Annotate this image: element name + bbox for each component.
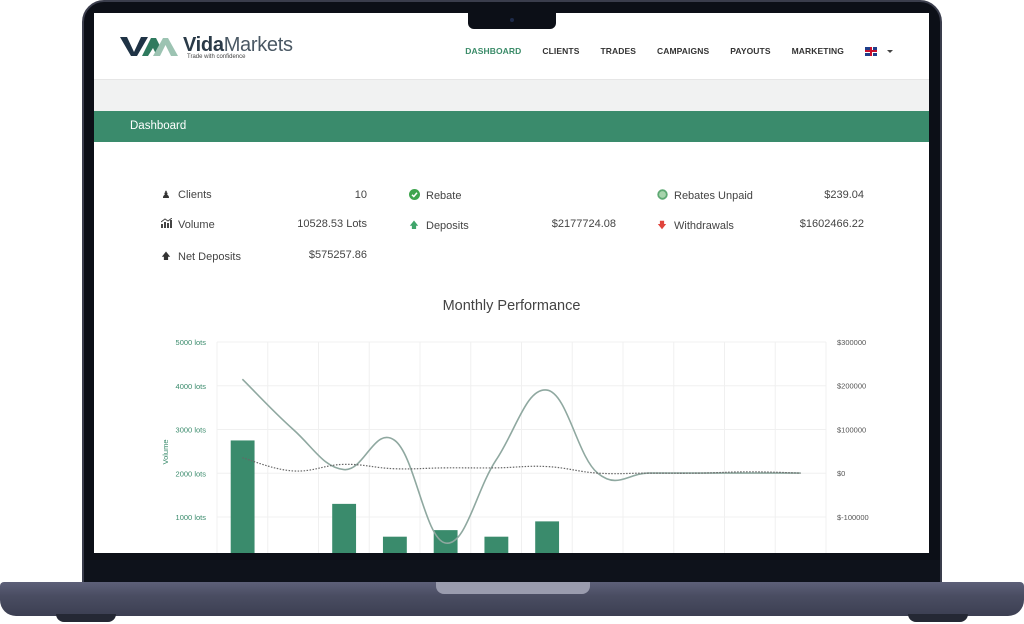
- y-right-tick-label: $0: [837, 469, 845, 478]
- y-left-tick-label: 5000 lots: [176, 338, 207, 347]
- bar-volume: [382, 536, 407, 553]
- camera-icon: [510, 18, 514, 22]
- monthly-performance-chart: 5000 lots 4000 lots 3000 lots 2000 lots 1000…: [161, 338, 869, 553]
- y-left-tick-label: 3000 lots: [176, 426, 207, 435]
- y-left-tick-label: 4000 lots: [176, 382, 207, 391]
- y-right-tick-label: $200000: [837, 382, 866, 391]
- laptop-foot: [908, 614, 968, 622]
- bar-volume: [535, 521, 560, 553]
- y-right-tick-label: $-100000: [837, 513, 869, 522]
- bar-volume: [332, 503, 357, 553]
- laptop-opening-notch: [436, 582, 590, 594]
- y-axis-label: Volume: [161, 439, 170, 464]
- screen: VidaMarkets Trade with confidence DASHBO…: [94, 13, 929, 553]
- laptop-foot: [56, 614, 116, 622]
- y-right-tick-label: $100000: [837, 425, 866, 434]
- y-left-tick-label: 1000 lots: [176, 513, 207, 522]
- camera-notch: [468, 13, 556, 29]
- y-right-tick-label: $300000: [837, 338, 866, 347]
- bar-volume: [484, 536, 509, 553]
- y-left-tick-label: 2000 lots: [176, 469, 207, 478]
